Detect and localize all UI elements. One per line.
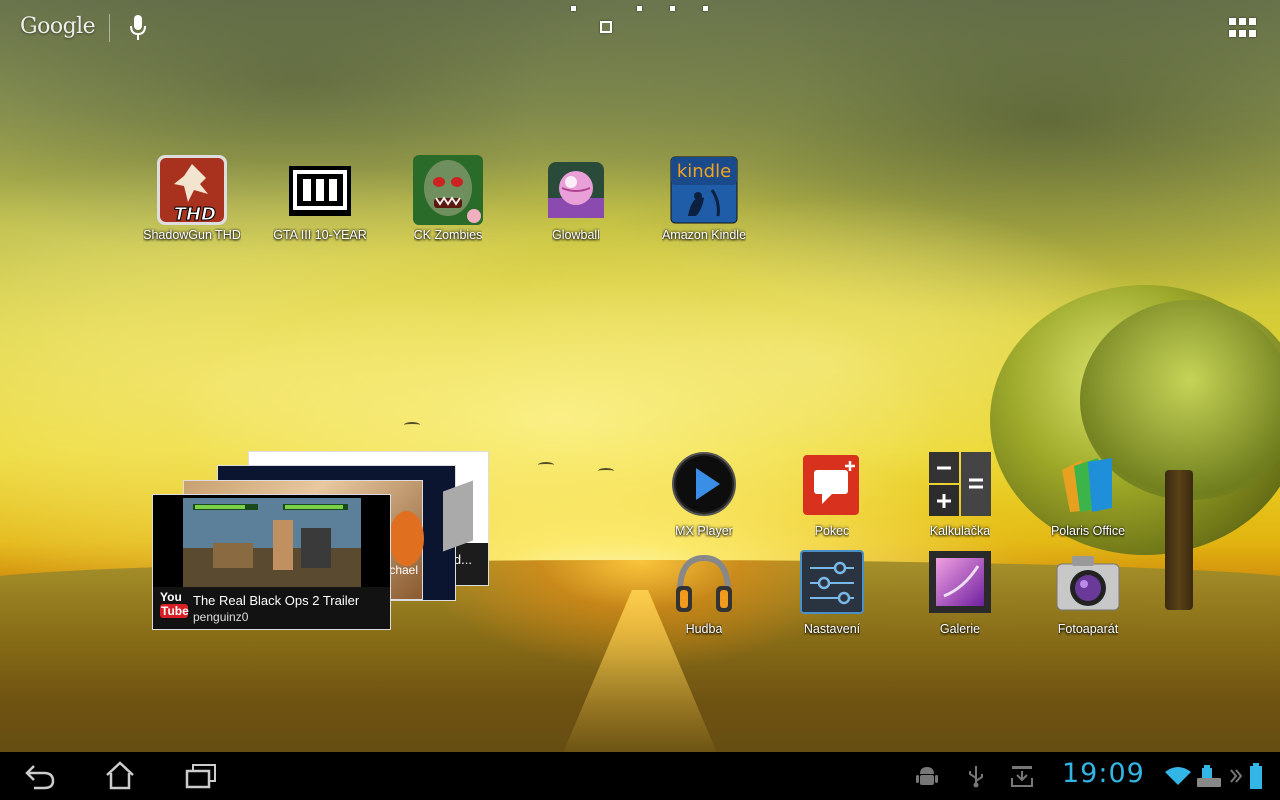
shadowgun-icon: THD	[156, 154, 228, 226]
shortcut-gta3[interactable]: GTA III 10-YEAR	[265, 154, 375, 242]
youtube-video-author: penguinz0	[193, 610, 249, 624]
youtube-card-third-text: chael	[389, 563, 418, 577]
page-dot	[637, 6, 642, 11]
shortcut-label: MX Player	[675, 524, 733, 538]
wallpaper	[0, 0, 1280, 752]
shortcut-label: Polaris Office	[1050, 524, 1126, 538]
calculator-icon	[924, 450, 996, 522]
shortcut-fotoaparat[interactable]: Fotoaparát	[1033, 548, 1143, 636]
youtube-video-title: The Real Black Ops 2 Trailer	[193, 593, 360, 608]
home-icon[interactable]	[104, 760, 136, 790]
battery-icon	[1250, 763, 1262, 789]
shortcut-label: Fotoaparát	[1057, 622, 1119, 636]
google-search-button[interactable]: Google	[20, 14, 96, 39]
all-apps-button[interactable]	[1229, 18, 1257, 40]
microphone-icon[interactable]	[128, 14, 148, 42]
shortcut-polaris-office[interactable]: Polaris Office	[1033, 450, 1143, 538]
page-dot-current	[600, 21, 612, 33]
svg-text:THD: THD	[174, 204, 216, 225]
youtube-video-info: You Tube The Real Black Ops 2 Trailer pe…	[153, 587, 390, 629]
page-dot	[703, 6, 708, 11]
shortcut-label: Nastavení	[803, 622, 861, 636]
settings-sliders-icon	[796, 548, 868, 620]
shortcut-label: GTA III 10-YEAR	[273, 228, 367, 242]
play-icon	[668, 450, 740, 522]
bird-icon	[538, 462, 554, 468]
page-dot	[571, 6, 576, 11]
wallpaper-tree-trunk	[1165, 470, 1193, 610]
shortcut-amazon-kindle[interactable]: kindle Amazon Kindle	[649, 154, 759, 242]
shortcut-label: Glowball	[552, 228, 600, 242]
gallery-icon	[924, 548, 996, 620]
gta3-icon	[284, 154, 356, 226]
camera-icon	[1052, 548, 1124, 620]
shortcut-galerie[interactable]: Galerie	[905, 548, 1015, 636]
youtube-card-front[interactable]: You Tube The Real Black Ops 2 Trailer pe…	[152, 494, 391, 630]
download-tray-icon[interactable]	[1010, 764, 1034, 788]
shortcut-nastaveni[interactable]: Nastavení	[777, 548, 887, 636]
page-dot	[670, 6, 675, 11]
shortcut-label: Galerie	[939, 622, 981, 636]
kindle-icon: kindle	[668, 154, 740, 226]
shortcut-pokec[interactable]: Pokec	[777, 450, 887, 538]
shortcut-label: CK Zombies	[413, 228, 483, 242]
youtube-video-thumbnail	[183, 498, 361, 588]
shortcut-shadowgun[interactable]: THD ShadowGun THD	[137, 154, 247, 242]
dock-chevron-icon	[1230, 769, 1243, 783]
shortcut-hudba[interactable]: Hudba	[649, 548, 759, 636]
bird-icon	[404, 422, 420, 428]
shortcut-label: Amazon Kindle	[661, 228, 747, 242]
shortcut-kalkulacka[interactable]: Kalkulačka	[905, 450, 1015, 538]
headphones-icon	[668, 548, 740, 620]
glowball-icon	[540, 154, 612, 226]
youtube-card-back-text: d...	[453, 552, 472, 567]
keyboard-battery-icon	[1197, 765, 1221, 787]
search-divider	[109, 14, 110, 42]
android-debug-icon[interactable]	[916, 764, 938, 788]
shortcut-label: Kalkulačka	[929, 524, 991, 538]
recent-apps-icon[interactable]	[184, 762, 218, 790]
polaris-office-icon	[1052, 450, 1124, 522]
usb-icon[interactable]	[966, 764, 986, 788]
shortcut-label: Hudba	[685, 622, 723, 636]
shortcut-label: ShadowGun THD	[143, 228, 241, 242]
svg-text:kindle: kindle	[677, 161, 731, 182]
shortcut-label: Pokec	[814, 524, 850, 538]
bird-icon	[598, 468, 614, 474]
youtube-logo-icon: You Tube	[160, 590, 189, 618]
status-clock[interactable]: 19:09	[1062, 758, 1145, 789]
shortcut-ck-zombies[interactable]: CK Zombies	[393, 154, 503, 242]
chat-bubble-icon	[796, 450, 868, 522]
back-icon[interactable]	[24, 762, 56, 790]
shortcut-glowball[interactable]: Glowball	[521, 154, 631, 242]
shortcut-mx-player[interactable]: MX Player	[649, 450, 759, 538]
wifi-icon	[1165, 767, 1191, 785]
zombie-icon	[412, 154, 484, 226]
